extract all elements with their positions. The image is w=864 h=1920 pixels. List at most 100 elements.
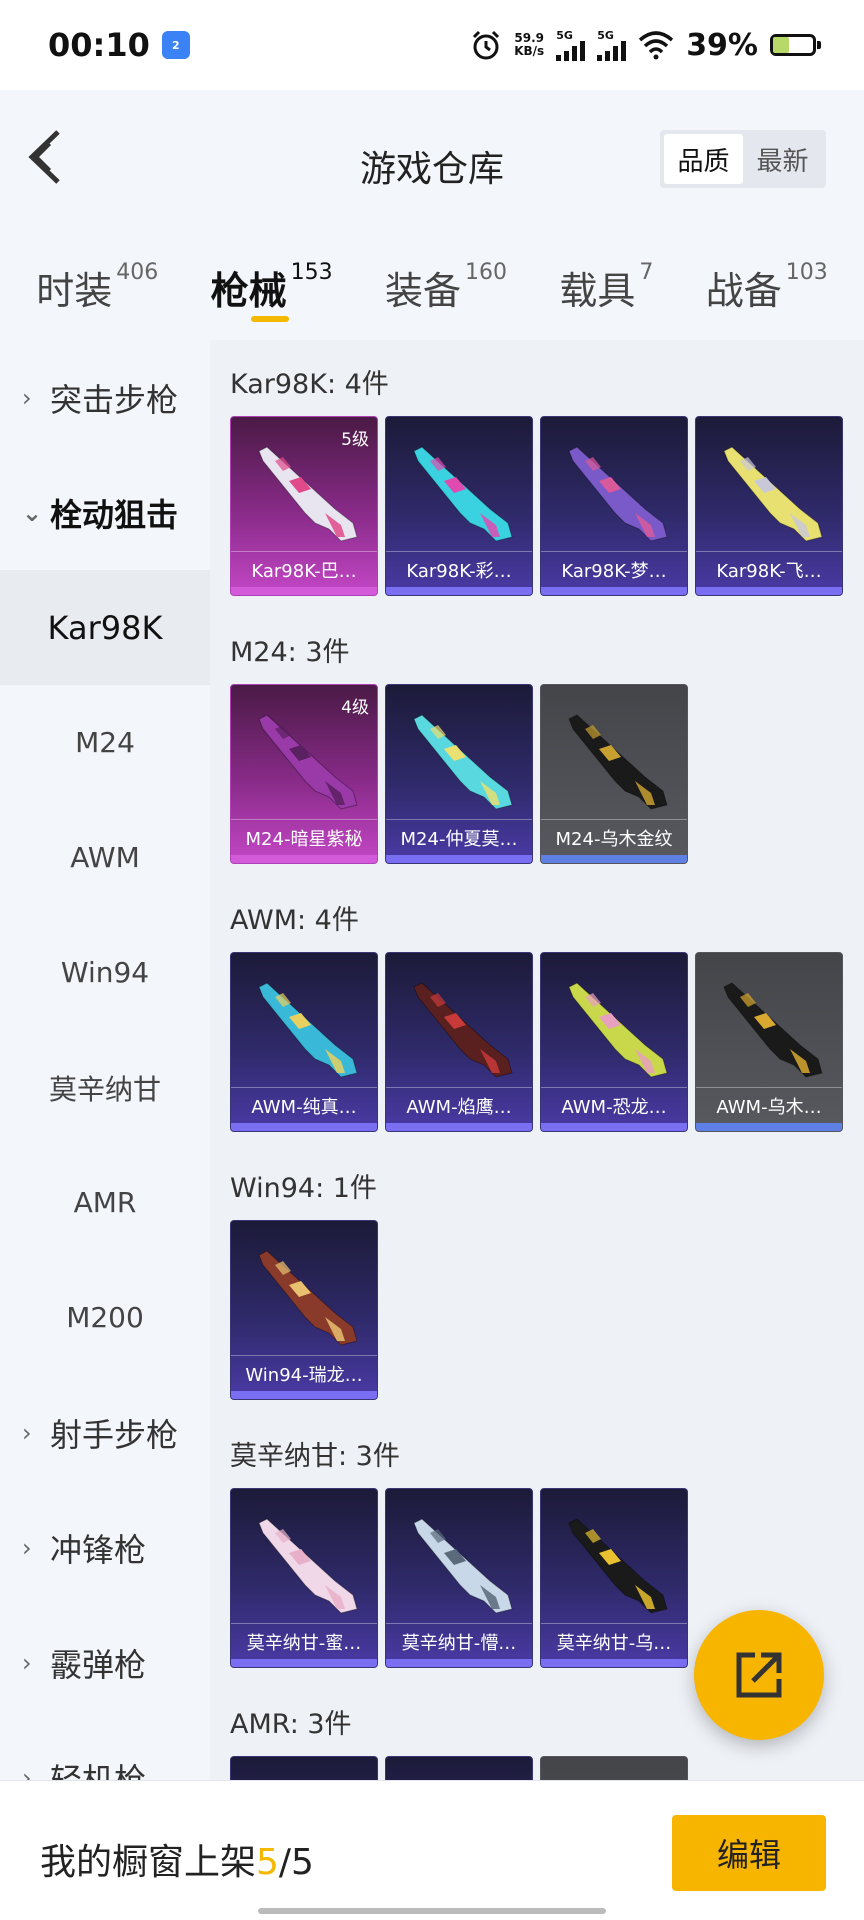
sidebar-item-label: Kar98K [47,608,163,647]
skin-card[interactable] [230,1756,378,1780]
tab-fashion[interactable]: 时装 406 [36,230,158,340]
tab-guns[interactable]: 枪械 153 [211,230,333,340]
sidebar-group-item[interactable]: › 轻机枪 [0,1720,210,1781]
skin-card[interactable]: AWM-焰鹰… [385,952,533,1132]
skin-card[interactable] [540,1756,688,1780]
alarm-icon [473,30,500,60]
rarity-bar [231,855,377,863]
sim1-label: 5G [556,28,573,42]
edit-button[interactable]: 编辑 [672,1815,826,1891]
sidebar-group-item[interactable]: › 冲锋枪 [0,1490,210,1605]
tab-vehicles[interactable]: 载具 7 [559,230,653,340]
skin-card[interactable]: AWM-纯真… [230,952,378,1132]
skin-card[interactable]: Win94-瑞龙… [230,1220,378,1400]
skin-level-badge: 5级 [341,430,369,450]
nfc-badge-icon: 2 [161,31,190,59]
category-tabs: 时装 406 枪械 153 装备 160 载具 7 战备 103 [0,230,864,340]
skin-card[interactable]: Kar98K-飞… [695,416,843,596]
tab-count: 103 [785,260,828,285]
tab-label: 装备 [384,269,461,313]
showcase-status: 我的橱窗上架5/5 [40,1833,314,1885]
skin-name: 莫辛纳甘-懵… [386,1623,532,1659]
rarity-bar [231,1123,377,1131]
sort-toggle: 品质 最新 [660,130,826,188]
sidebar-sub-item[interactable]: M24 [0,685,210,800]
sidebar-group-item[interactable]: › 霰弹枪 [0,1605,210,1720]
skin-card[interactable]: AWM-恐龙… [540,952,688,1132]
skin-grid [230,1756,864,1780]
share-button[interactable] [694,1610,824,1740]
home-indicator [258,1908,606,1914]
chevron-right-icon: › [22,1418,32,1447]
tab-label: 时装 [36,269,113,313]
rifle-icon [568,982,668,1078]
skin-card[interactable]: Kar98K-彩… [385,416,533,596]
rifle-icon [258,982,358,1078]
sim2-label: 5G [597,28,614,42]
rarity-bar [231,587,377,595]
sidebar-group-item[interactable]: ⌄ 栓动狙击 [0,455,210,570]
skin-name: 莫辛纳甘-蜜… [231,1623,377,1659]
share-icon [736,1652,782,1698]
rifle-icon [568,446,668,542]
battery-icon [770,34,821,56]
tab-label: 枪械 [210,269,287,313]
skin-card[interactable]: M24-仲夏莫… [385,684,533,864]
section-title: AWM: 4件 [230,905,359,936]
weapon-skin-list: Kar98K: 4件 5级 Kar98K-巴… Kar98K-彩… Kar98K-梦… K… [210,340,864,1780]
skin-card[interactable]: 莫辛纳甘-乌… [540,1488,688,1668]
rarity-bar [541,1123,687,1131]
tab-supplies[interactable]: 战备 103 [706,230,828,340]
sidebar-sub-item[interactable]: Kar98K [0,570,210,685]
skin-grid: Win94-瑞龙… [230,1220,864,1400]
rifle-icon [258,446,358,542]
sidebar-group-item[interactable]: › 射手步枪 [0,1375,210,1490]
section-title: Kar98K: 4件 [230,369,389,400]
chevron-right-icon: › [22,1763,32,1781]
tab-label: 战备 [705,269,782,313]
sidebar-sub-item[interactable]: 莫辛纳甘 [0,1030,210,1145]
sidebar-sub-item[interactable]: M200 [0,1260,210,1375]
rarity-bar [541,855,687,863]
sidebar-item-label: 栓动狙击 [50,495,179,534]
skin-name: Kar98K-飞… [696,551,842,587]
section-title: Win94: 1件 [230,1173,377,1204]
rarity-bar [386,855,532,863]
skin-grid: 4级 M24-暗星紫秘 M24-仲夏莫… M24-乌木金纹 [230,684,864,864]
skin-card[interactable]: 莫辛纳甘-懵… [385,1488,533,1668]
skin-card[interactable]: 5级 Kar98K-巴… [230,416,378,596]
sidebar-item-label: AWM [70,841,140,874]
skin-card[interactable]: 莫辛纳甘-蜜… [230,1488,378,1668]
rarity-bar [696,587,842,595]
skin-card[interactable]: M24-乌木金纹 [540,684,688,864]
sidebar-sub-item[interactable]: Win94 [0,915,210,1030]
chevron-right-icon: › [22,1533,32,1562]
sort-option-quality[interactable]: 品质 [664,134,743,184]
back-button[interactable] [24,126,68,188]
chevron-right-icon: › [22,383,32,412]
sim2-signal-icon: 5G [597,28,627,61]
sidebar-item-label: M24 [75,726,135,759]
skin-card[interactable]: AWM-乌木… [695,952,843,1132]
rarity-bar [386,1659,532,1667]
skin-card[interactable]: Kar98K-梦… [540,416,688,596]
tab-equipment[interactable]: 装备 160 [385,230,507,340]
skin-name: Kar98K-彩… [386,551,532,587]
rifle-icon [568,714,668,810]
sidebar-item-label: 莫辛纳甘 [48,1072,161,1106]
skin-name: AWM-焰鹰… [386,1087,532,1123]
sidebar-group-item[interactable]: › 突击步枪 [0,340,210,455]
sidebar-item-label: 射手步枪 [50,1415,179,1454]
showcase-panel: 我的橱窗上架5/5 编辑 [0,1780,864,1920]
rifle-icon [258,714,358,810]
skin-card[interactable] [385,1756,533,1780]
skin-card[interactable]: 4级 M24-暗星紫秘 [230,684,378,864]
skin-level-badge: 4级 [341,698,369,718]
sort-option-latest[interactable]: 最新 [743,134,822,184]
sidebar-item-label: M200 [66,1301,144,1334]
sim1-signal-icon: 5G [556,28,586,61]
sidebar-item-label: 冲锋枪 [50,1530,147,1569]
sidebar-sub-item[interactable]: AMR [0,1145,210,1260]
sidebar-sub-item[interactable]: AWM [0,800,210,915]
skin-name: Kar98K-巴… [231,551,377,587]
